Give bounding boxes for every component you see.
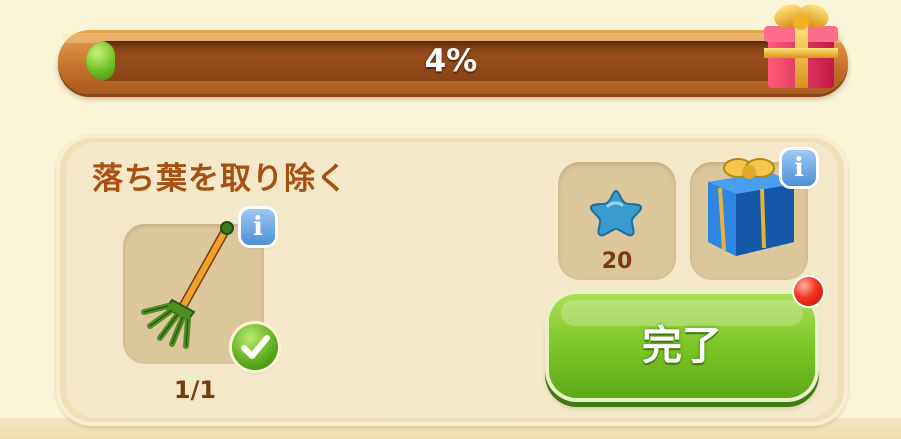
blue-star-icon	[589, 189, 643, 237]
notification-dot	[794, 277, 823, 306]
item-info-button[interactable]: i	[241, 209, 275, 245]
reward-info-button[interactable]: i	[782, 150, 816, 186]
complete-button[interactable]: 完了	[549, 294, 815, 398]
complete-button-label: 完了	[642, 323, 722, 369]
red-gift-box-icon[interactable]	[762, 0, 840, 92]
completed-check-icon	[232, 324, 278, 370]
task-count: 1/1	[173, 376, 217, 404]
reward-star-value: 20	[601, 249, 633, 274]
task-title: 落ち葉を取り除く	[92, 161, 348, 197]
progress-percent-label: 4%	[424, 43, 478, 79]
